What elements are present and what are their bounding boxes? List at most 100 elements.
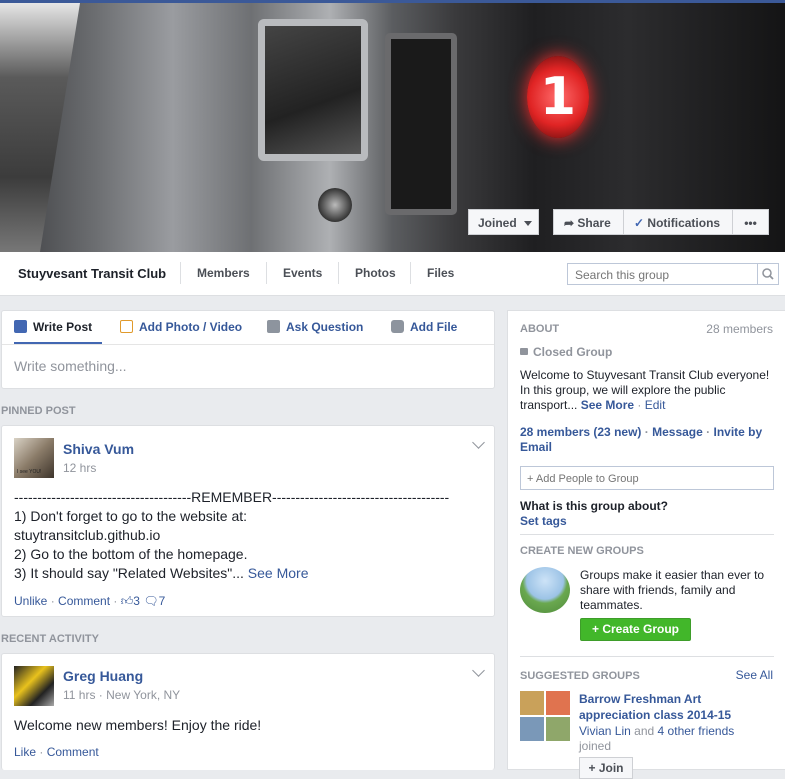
search-button[interactable] <box>757 264 778 284</box>
chevron-down-icon[interactable] <box>472 436 485 449</box>
post-timestamp[interactable]: 11 hrs <box>63 688 95 702</box>
composer-input[interactable]: Write something... <box>14 358 127 374</box>
suggested-group-thumbnail[interactable] <box>520 691 570 741</box>
speech-bubble-icon: 🗨︎ <box>143 594 159 608</box>
post-meta: 11 hrs · New York, NY <box>63 688 181 702</box>
share-button[interactable]: ➦ Share <box>553 209 624 235</box>
tab-ask-question[interactable]: Ask Question <box>267 320 363 334</box>
composer-divider <box>2 344 494 345</box>
post-author[interactable]: Shiva Vum <box>63 441 134 457</box>
like-count[interactable]: 👍︎3 <box>121 594 140 608</box>
nav-divider <box>266 262 267 284</box>
invite-email-link[interactable]: Invite by <box>713 425 762 439</box>
comment-count[interactable]: 🗨︎7 <box>143 594 165 608</box>
caret-down-icon <box>524 221 533 226</box>
tab-add-file[interactable]: Add File <box>391 320 457 334</box>
nav-events[interactable]: Events <box>283 266 322 280</box>
group-description: Welcome to Stuyvesant Transit Club every… <box>520 368 770 412</box>
post-body: Welcome new members! Enjoy the ride! <box>14 717 262 733</box>
post-location[interactable]: New York, NY <box>106 688 180 702</box>
set-tags-link[interactable]: Set tags <box>520 514 567 528</box>
search-icon <box>762 268 774 280</box>
group-search-box <box>567 263 779 285</box>
post-body-line: 3) It should say "Related Websites"... S… <box>14 565 309 581</box>
create-groups-text: Groups make it easier than ever to share… <box>580 568 765 612</box>
nav-divider <box>410 262 411 284</box>
share-arrow-icon: ➦ <box>564 216 575 230</box>
joined-button[interactable]: Joined <box>468 209 539 235</box>
nav-files[interactable]: Files <box>427 266 454 280</box>
privacy-label: Closed Group <box>520 345 612 359</box>
join-group-button[interactable]: + Join <box>579 757 633 779</box>
thumbs-up-icon: 👍︎ <box>120 594 134 608</box>
group-name-link[interactable]: Stuyvesant Transit Club <box>18 266 166 281</box>
message-link[interactable]: Message <box>652 425 703 439</box>
suggested-group-name[interactable]: Barrow Freshman Art appreciation class 2… <box>579 691 731 723</box>
create-groups-heading: CREATE NEW GROUPS <box>520 545 644 557</box>
avatar[interactable]: I see YOU! <box>14 438 54 478</box>
cover-headlamp <box>318 188 352 222</box>
cover-train-door <box>385 33 457 215</box>
poll-icon <box>267 320 280 333</box>
photo-icon <box>120 320 133 333</box>
pinned-post-label: PINNED POST <box>1 405 76 417</box>
tab-write-post[interactable]: Write Post <box>14 320 92 334</box>
unlike-link[interactable]: Unlike <box>14 594 47 608</box>
create-group-button[interactable]: + Create Group <box>580 618 691 641</box>
nav-photos[interactable]: Photos <box>355 266 396 280</box>
see-more-link[interactable]: See More <box>248 565 309 581</box>
invite-email-link-2[interactable]: Email <box>520 440 552 454</box>
notifications-button[interactable]: ✓ Notifications <box>623 209 733 235</box>
post-timestamp[interactable]: 12 hrs <box>63 461 96 475</box>
right-sidebar: ABOUT 28 members Closed Group Welcome to… <box>507 310 785 779</box>
new-members-link[interactable]: (23 new) <box>593 425 641 439</box>
member-actions: 28 members (23 new) · Message · Invite b… <box>520 425 763 454</box>
see-all-link[interactable]: See All <box>736 668 773 682</box>
comment-link[interactable]: Comment <box>47 745 99 759</box>
thumb-tile <box>546 691 570 715</box>
tab-add-photo-video[interactable]: Add Photo / Video <box>120 320 242 334</box>
recent-post-card: Greg Huang 11 hrs · New York, NY Welcome… <box>1 653 495 770</box>
route-sign-icon: 1 <box>527 56 589 138</box>
comment-link[interactable]: Comment <box>58 594 110 608</box>
thumb-tile <box>520 691 544 715</box>
nav-divider <box>180 262 181 284</box>
friend-link[interactable]: Vivian Lin <box>579 724 631 738</box>
members-count-link[interactable]: 28 members <box>706 322 773 336</box>
post-body-line: --------------------------------------RE… <box>14 489 450 505</box>
nav-members[interactable]: Members <box>197 266 250 280</box>
add-people-box <box>520 466 774 490</box>
checkmark-icon: ✓ <box>634 216 645 230</box>
avatar[interactable] <box>14 666 54 706</box>
nav-divider <box>338 262 339 284</box>
section-divider <box>520 656 774 657</box>
lock-icon <box>520 348 528 355</box>
thumb-tile <box>520 717 544 741</box>
cover-photo[interactable]: 1 Joined ➦ Share ✓ Notifications ••• <box>0 3 785 252</box>
see-more-link[interactable]: See More <box>581 398 634 412</box>
add-people-input[interactable] <box>525 468 759 490</box>
suggested-group-friends: Vivian Lin and 4 other friends joined <box>579 724 735 753</box>
post-body-line: stuytransitclub.github.io <box>14 527 161 543</box>
members-link[interactable]: 28 members <box>520 425 590 439</box>
like-link[interactable]: Like <box>14 745 36 759</box>
route-sign-number: 1 <box>539 67 577 127</box>
post-body-line: 1) Don't forget to go to the website at: <box>14 508 248 524</box>
group-search-input[interactable] <box>573 265 757 285</box>
add-file-icon <box>391 320 404 333</box>
section-divider <box>520 534 774 535</box>
edit-description-link[interactable]: Edit <box>645 398 666 412</box>
more-options-button[interactable]: ••• <box>732 209 769 235</box>
post-actions: Unlike · Comment · 👍︎3 🗨︎7 <box>14 594 166 608</box>
group-navbar: Stuyvesant Transit Club Members Events P… <box>0 252 785 296</box>
suggested-groups-heading: SUGGESTED GROUPS <box>520 670 640 682</box>
pencil-icon <box>14 320 27 333</box>
chevron-down-icon[interactable] <box>472 664 485 677</box>
other-friends-link[interactable]: 4 other friends <box>658 724 735 738</box>
composer-card: Write Post Add Photo / Video Ask Questio… <box>1 310 495 389</box>
recent-activity-label: RECENT ACTIVITY <box>1 633 99 645</box>
post-author[interactable]: Greg Huang <box>63 668 143 684</box>
avatar-caption: I see YOU! <box>17 469 42 475</box>
groups-illustration-icon <box>520 567 570 613</box>
group-about-prompt: What is this group about? <box>520 499 668 513</box>
